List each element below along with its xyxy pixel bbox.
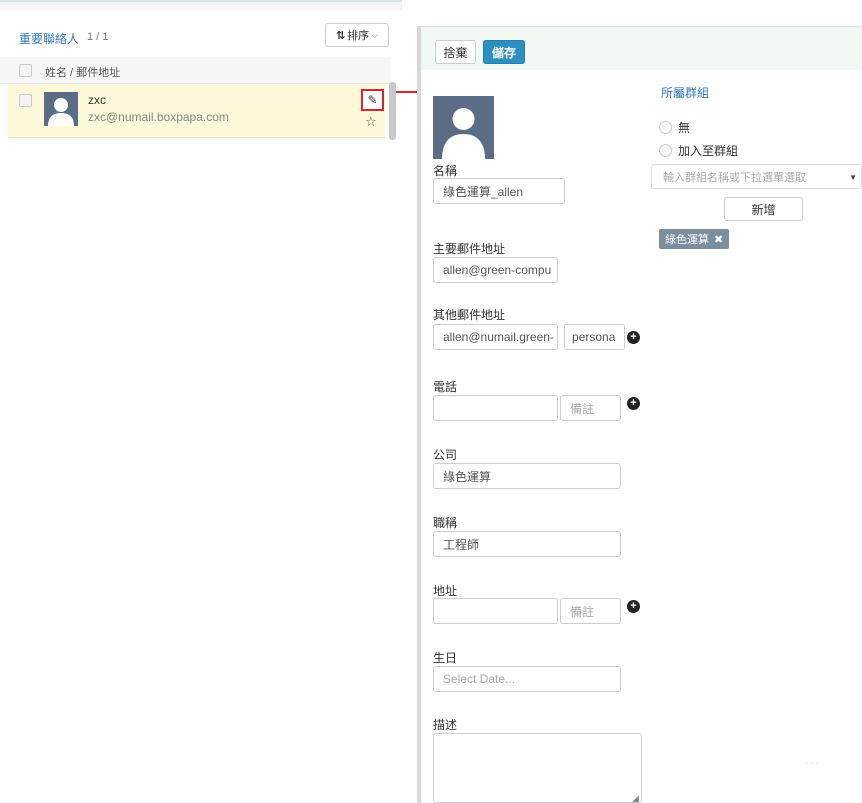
sort-arrows-icon: ⇅ [335,29,346,42]
job-title-label: 職稱 [433,516,458,530]
pencil-icon: ✎ [367,93,378,107]
list-header: 姓名 / 郵件地址 [0,57,390,84]
address-field[interactable] [433,598,558,624]
select-all-checkbox[interactable] [19,64,32,77]
contact-photo[interactable] [433,96,494,159]
contact-count: 1 / 1 [87,31,109,43]
contact-name: zxc [88,93,106,107]
group-select-placeholder: 輸入群組名稱或下拉選單選取 [663,171,806,184]
phone-note-field[interactable]: 備註 [560,395,621,421]
add-group-button[interactable]: 新增 [724,197,803,221]
company-label: 公司 [433,448,458,462]
list-header-label: 姓名 / 郵件地址 [45,67,121,79]
radio-none[interactable] [659,121,672,134]
resize-grip-icon[interactable]: ◢ [632,793,639,803]
contact-edit-form: 捨棄 儲存 名稱 綠色運算_allen 主要郵件地址 allen@green-c… [421,26,862,803]
other-email-type-field[interactable]: persona [564,324,625,350]
group-option-none[interactable]: 無 [659,119,690,136]
ellipsis-icon: · · · [806,759,819,768]
sort-button[interactable]: ⇅ 排序 ⌵ [325,23,389,47]
add-phone-plus-icon[interactable]: + [627,397,640,410]
address-note-field[interactable]: 備註 [560,598,621,624]
group-tag-label: 綠色運算 [665,234,709,246]
form-toolbar: 捨棄 儲存 [421,26,862,70]
address-label: 地址 [433,584,458,598]
save-button[interactable]: 儲存 [483,40,525,64]
edit-button[interactable]: ✎ [361,89,384,111]
star-icon[interactable]: ☆ [365,114,377,130]
phone-field[interactable] [433,395,558,421]
group-option-none-label: 無 [678,121,691,135]
primary-email-field[interactable]: allen@green-compu [433,257,558,283]
contact-list-title[interactable]: 重要聯絡人 [19,30,79,47]
caret-down-icon: ▼ [849,173,857,182]
sort-label: 排序 [347,30,370,42]
groups-title: 所屬群組 [661,86,710,100]
other-email-label: 其他郵件地址 [433,308,506,322]
discard-button[interactable]: 捨棄 [435,40,476,64]
phone-label: 電話 [433,380,458,394]
job-title-field[interactable]: 工程師 [433,531,621,557]
contact-email: zxc@numail.boxpapa.com [88,110,229,124]
name-label: 名稱 [433,164,458,178]
company-field[interactable]: 綠色運算 [433,463,621,489]
avatar [44,92,78,126]
contact-row[interactable]: zxc zxc@numail.boxpapa.com ✎ ☆ [8,84,385,138]
birthday-label: 生日 [433,651,458,665]
person-silhouette-icon [442,108,485,159]
remove-tag-icon[interactable]: ✖ [714,233,723,246]
description-label: 描述 [433,718,458,732]
name-field[interactable]: 綠色運算_allen [433,178,565,204]
contact-checkbox[interactable] [19,94,32,107]
contact-list-panel: 重要聯絡人 1 / 1 ⇅ 排序 ⌵ 姓名 / 郵件地址 zxc zxc@num… [0,0,402,140]
group-tag: 綠色運算 ✖ [659,229,730,249]
group-option-join[interactable]: 加入至群組 [659,142,738,159]
group-option-join-label: 加入至群組 [678,144,739,158]
other-email-field[interactable]: allen@numail.green- [433,324,558,350]
add-email-plus-icon[interactable]: + [627,331,640,344]
chevron-down-icon: ⌵ [371,29,379,40]
primary-email-label: 主要郵件地址 [433,242,506,256]
person-silhouette-icon [48,98,74,126]
panel-top-strip [0,2,402,10]
add-address-plus-icon[interactable]: + [627,600,640,613]
description-textarea[interactable] [433,733,642,803]
group-select-input[interactable]: 輸入群組名稱或下拉選單選取 ▼ [651,164,862,189]
radio-join[interactable] [659,144,672,157]
birthday-date-picker[interactable]: Select Date... [433,666,621,692]
